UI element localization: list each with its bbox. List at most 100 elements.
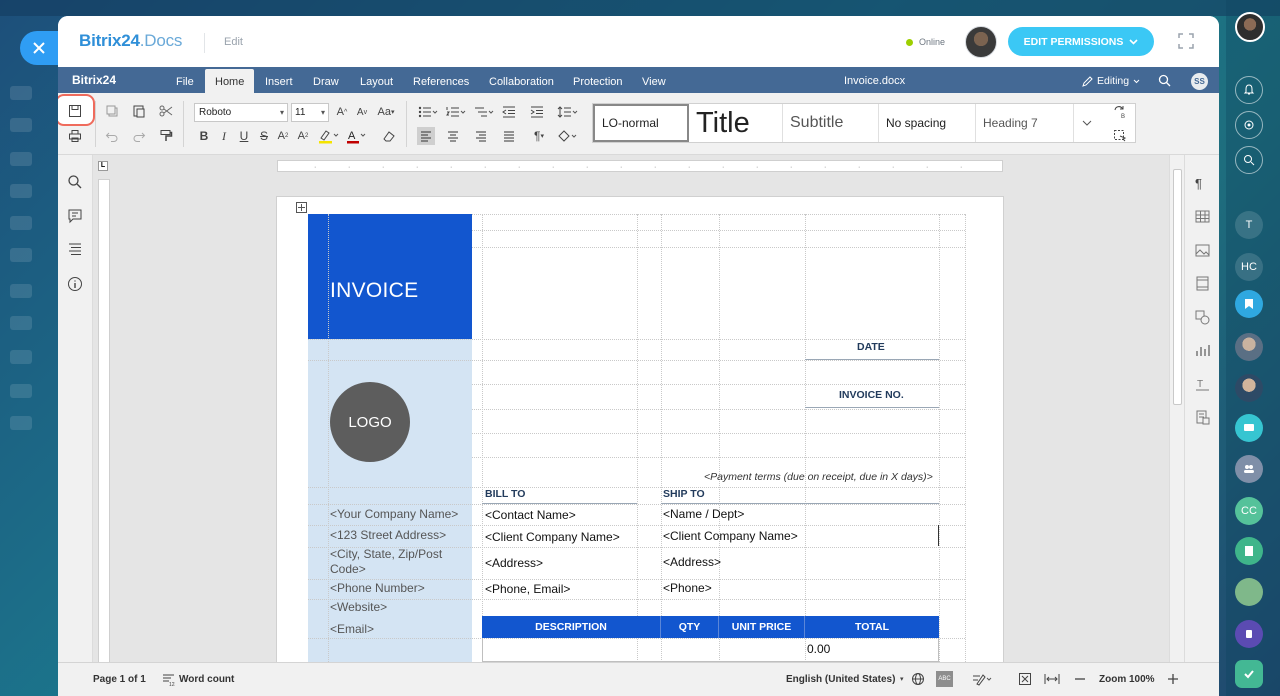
invoice-number-label[interactable]: INVOICE NO. (839, 389, 904, 401)
menu-file[interactable]: File (176, 67, 194, 93)
chat-avatar-icon[interactable] (1235, 374, 1263, 402)
info-icon[interactable] (67, 276, 83, 292)
payment-terms[interactable]: <Payment terms (due on receipt, due in X… (704, 471, 933, 483)
language-selector[interactable]: English (United States) (786, 674, 895, 685)
ship-phone[interactable]: <Phone> (663, 581, 712, 595)
font-name-select[interactable]: Roboto ▾ (194, 103, 288, 122)
bullet-list-icon[interactable] (416, 103, 442, 121)
shading-icon[interactable] (555, 127, 581, 145)
search-rail-icon[interactable] (1235, 146, 1263, 174)
table-move-handle-icon[interactable] (296, 202, 307, 213)
copy-icon[interactable] (103, 102, 121, 120)
menu-home[interactable]: Home (205, 69, 255, 93)
editing-mode-dropdown[interactable]: Editing (1082, 67, 1140, 96)
zoom-in-icon[interactable] (1167, 672, 1179, 686)
align-left-icon[interactable] (417, 127, 435, 145)
bookmark-icon[interactable] (1235, 290, 1263, 318)
search-icon[interactable] (1158, 74, 1171, 87)
date-label[interactable]: DATE (857, 341, 885, 353)
menu-insert[interactable]: Insert (265, 67, 293, 93)
chat-avatar-icon[interactable]: T (1235, 211, 1263, 239)
text-art-icon[interactable]: T (1195, 377, 1210, 392)
bill-phone-email[interactable]: <Phone, Email> (485, 582, 570, 596)
menu-layout[interactable]: Layout (360, 67, 393, 93)
highlight-color-icon[interactable] (316, 127, 342, 145)
chat-avatar-icon[interactable]: HC (1235, 253, 1263, 281)
chat-avatar-icon[interactable]: CC (1235, 497, 1263, 525)
paste-icon[interactable] (130, 102, 148, 120)
user-initials-badge[interactable]: SS (1191, 73, 1208, 90)
subscript-icon[interactable]: A2 (294, 127, 312, 145)
total-header[interactable]: TOTAL (805, 616, 939, 638)
expand-icon[interactable] (1177, 32, 1195, 50)
justify-icon[interactable] (500, 127, 518, 145)
comments-icon[interactable] (67, 208, 83, 224)
navigation-icon[interactable] (67, 241, 83, 257)
first-row-total[interactable]: 0.00 (807, 642, 830, 656)
bill-company-name[interactable]: <Client Company Name> (485, 530, 620, 544)
table-settings-icon[interactable] (1195, 209, 1210, 224)
style-subtitle[interactable]: Subtitle (783, 104, 879, 142)
horizontal-ruler[interactable]: · · · · · · · · · · · · · · · · · · · · (277, 160, 1003, 172)
invoice-title[interactable]: INVOICE (330, 279, 418, 303)
company-phone[interactable]: <Phone Number> (330, 581, 425, 595)
word-count-label[interactable]: Word count (179, 674, 234, 685)
ship-to-label[interactable]: SHIP TO (663, 488, 705, 500)
bold-icon[interactable]: B (195, 127, 213, 145)
fit-page-icon[interactable] (1018, 672, 1032, 686)
zoom-out-icon[interactable] (1074, 672, 1086, 686)
chat-group-icon[interactable] (1235, 578, 1263, 606)
select-icon[interactable] (1111, 127, 1129, 145)
tasks-icon[interactable] (1235, 660, 1263, 688)
notifications-icon[interactable] (1235, 76, 1263, 104)
format-painter-icon[interactable] (157, 127, 175, 145)
chat-group-icon[interactable] (1235, 414, 1263, 442)
spellcheck-icon[interactable]: ABC (936, 671, 953, 687)
style-title[interactable]: Title (689, 104, 783, 142)
fit-width-icon[interactable] (1044, 672, 1060, 686)
font-color-icon[interactable]: A (344, 127, 370, 145)
header-footer-icon[interactable] (1195, 276, 1210, 291)
scrollbar-thumb[interactable] (1173, 169, 1182, 405)
close-slider-button[interactable] (20, 31, 58, 65)
tab-stop-selector[interactable]: L (98, 161, 108, 171)
document-page[interactable]: INVOICE LOGO DATE INVOICE NO. <Payment t… (277, 197, 1003, 662)
paragraph-marks-icon[interactable]: ¶ ▾ (528, 127, 550, 145)
image-settings-icon[interactable] (1195, 243, 1210, 258)
bill-contact-name[interactable]: <Contact Name> (485, 508, 576, 522)
chat-avatar-icon[interactable] (1235, 333, 1263, 361)
document-canvas[interactable]: L · · · · · · · · · · · · · · · · · · · · (93, 155, 1169, 662)
ship-name-dept[interactable]: <Name / Dept> (663, 507, 744, 521)
paragraph-settings-icon[interactable]: ¶ (1195, 176, 1210, 191)
company-street[interactable]: <123 Street Address> (330, 528, 446, 542)
multilevel-list-icon[interactable] (472, 103, 498, 121)
shape-settings-icon[interactable] (1195, 310, 1210, 325)
line-spacing-icon[interactable] (555, 103, 581, 121)
bill-address[interactable]: <Address> (485, 556, 543, 570)
zoom-level[interactable]: Zoom 100% (1099, 674, 1155, 685)
qty-header[interactable]: QTY (661, 616, 719, 638)
decrease-indent-icon[interactable] (500, 103, 518, 121)
save-icon[interactable] (66, 102, 84, 120)
chart-settings-icon[interactable] (1195, 343, 1210, 358)
activity-icon[interactable] (1235, 111, 1263, 139)
cut-icon[interactable] (157, 102, 175, 120)
undo-icon[interactable] (103, 127, 121, 145)
align-right-icon[interactable] (472, 127, 490, 145)
company-city-line2[interactable]: Code> (330, 562, 366, 576)
decrease-font-icon[interactable]: Av (353, 103, 371, 121)
page-counter[interactable]: Page 1 of 1 (93, 674, 146, 685)
align-center-icon[interactable] (444, 127, 462, 145)
vertical-ruler[interactable] (98, 179, 110, 662)
styles-more-button[interactable] (1074, 104, 1100, 142)
company-name[interactable]: <Your Company Name> (330, 507, 458, 521)
chat-group-icon[interactable] (1235, 620, 1263, 648)
style-lo-normal[interactable]: LO-normal (593, 104, 689, 142)
vertical-scrollbar[interactable] (1169, 155, 1184, 662)
chat-group-icon[interactable] (1235, 537, 1263, 565)
style-no-spacing[interactable]: No spacing (879, 104, 976, 142)
change-case-icon[interactable]: Aa ▾ (373, 103, 399, 121)
numbered-list-icon[interactable] (444, 103, 470, 121)
company-email[interactable]: <Email> (330, 622, 374, 636)
logo-placeholder[interactable]: LOGO (330, 382, 410, 462)
